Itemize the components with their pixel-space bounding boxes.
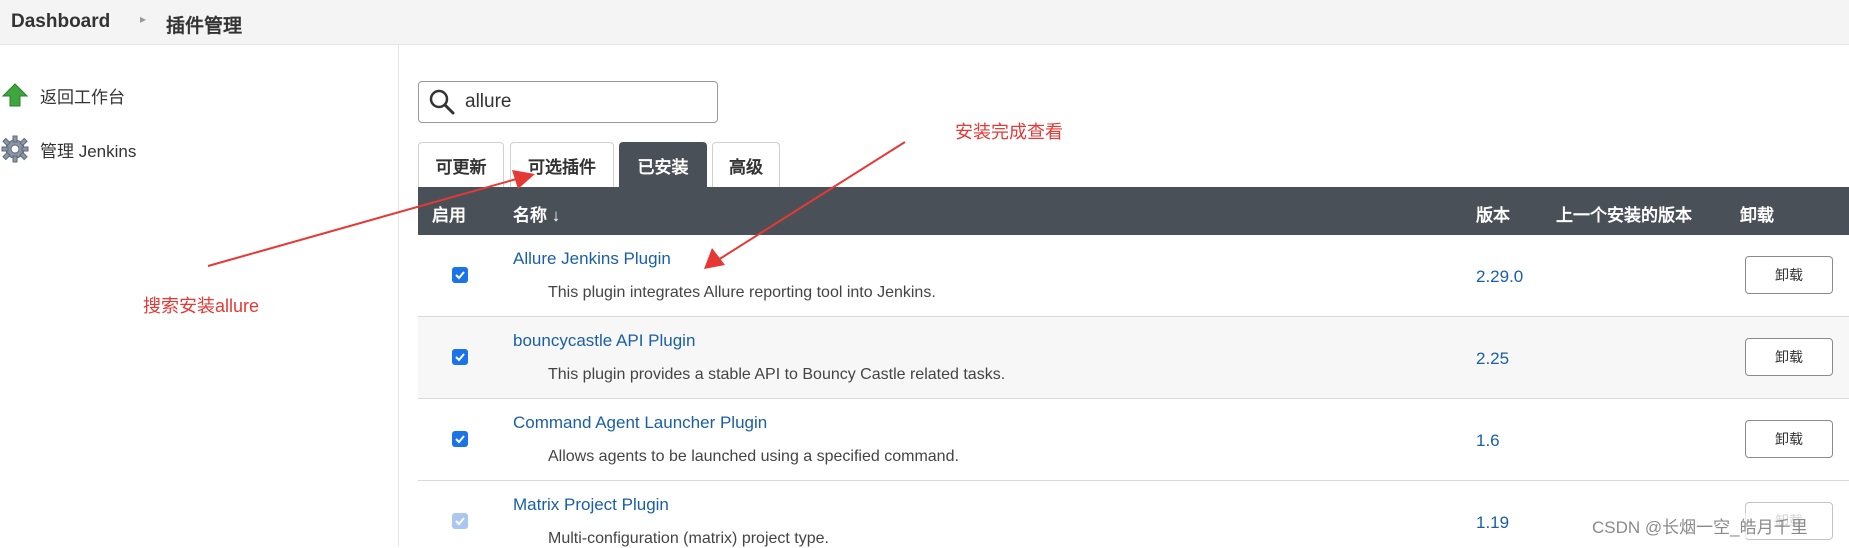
- enabled-checkbox[interactable]: [452, 349, 468, 365]
- table-row: bouncycastle API Plugin This plugin prov…: [418, 317, 1849, 399]
- sidebar-item-back-to-dashboard[interactable]: 返回工作台: [0, 78, 125, 112]
- sidebar-item-label: 管理 Jenkins: [40, 141, 137, 161]
- table-row: Command Agent Launcher Plugin Allows age…: [418, 399, 1849, 481]
- chevron-right-icon: ▸: [140, 12, 147, 26]
- annotation-installed-view: 安装完成查看: [955, 122, 1063, 142]
- plugin-description: This plugin provides a stable API to Bou…: [548, 366, 1006, 383]
- search-icon: [429, 89, 455, 115]
- plugin-version-link[interactable]: 2.25: [1476, 349, 1509, 369]
- plugin-name-link[interactable]: Command Agent Launcher Plugin: [513, 413, 767, 433]
- column-uninstall: 卸载: [1740, 206, 1774, 225]
- watermark: CSDN @长烟一空_皓月千里: [1592, 513, 1808, 538]
- tab-available[interactable]: 可选插件: [510, 142, 614, 187]
- plugin-version-link[interactable]: 2.29.0: [1476, 267, 1523, 287]
- column-previous-version: 上一个安装的版本: [1556, 206, 1692, 225]
- sidebar-item-manage-jenkins[interactable]: 管理 Jenkins: [0, 132, 136, 166]
- plugin-name-link[interactable]: Allure Jenkins Plugin: [513, 249, 671, 269]
- plugin-name-link[interactable]: Matrix Project Plugin: [513, 495, 669, 515]
- search-input[interactable]: [463, 90, 707, 114]
- breadcrumb: Dashboard ▸ 插件管理: [0, 0, 1849, 45]
- uninstall-button[interactable]: 卸载: [1745, 256, 1833, 294]
- annotation-search-install: 搜索安装allure: [143, 296, 260, 316]
- plugin-version-link[interactable]: 1.6: [1476, 431, 1500, 451]
- up-arrow-icon: [0, 80, 30, 110]
- column-name-sort[interactable]: 名称 ↓: [513, 201, 560, 226]
- sidebar-item-label: 返回工作台: [40, 87, 125, 107]
- uninstall-button[interactable]: 卸载: [1745, 420, 1833, 458]
- breadcrumb-plugin-manager[interactable]: 插件管理: [166, 11, 242, 38]
- enabled-checkbox[interactable]: [452, 267, 468, 283]
- plugin-description: This plugin integrates Allure reporting …: [548, 284, 936, 301]
- table-row: Allure Jenkins Plugin This plugin integr…: [418, 235, 1849, 317]
- plugin-version-link[interactable]: 1.19: [1476, 513, 1509, 533]
- enabled-checkbox[interactable]: [452, 431, 468, 447]
- table-header: 启用 名称 ↓ 版本 上一个安装的版本 卸载: [418, 187, 1849, 235]
- breadcrumb-dashboard[interactable]: Dashboard: [11, 11, 110, 33]
- search-box: [418, 81, 718, 123]
- column-version[interactable]: 版本: [1476, 201, 1510, 226]
- tab-advanced[interactable]: 高级: [712, 142, 780, 187]
- tab-installed[interactable]: 已安装: [619, 142, 707, 187]
- uninstall-button[interactable]: 卸载: [1745, 338, 1833, 376]
- plugin-description: Multi-configuration (matrix) project typ…: [548, 530, 829, 547]
- plugin-name-link[interactable]: bouncycastle API Plugin: [513, 331, 695, 351]
- gear-icon: [0, 134, 30, 164]
- tab-updates[interactable]: 可更新: [418, 142, 504, 187]
- plugin-description: Allows agents to be launched using a spe…: [548, 448, 959, 465]
- column-enabled: 启用: [432, 206, 466, 225]
- enabled-checkbox: [452, 513, 468, 529]
